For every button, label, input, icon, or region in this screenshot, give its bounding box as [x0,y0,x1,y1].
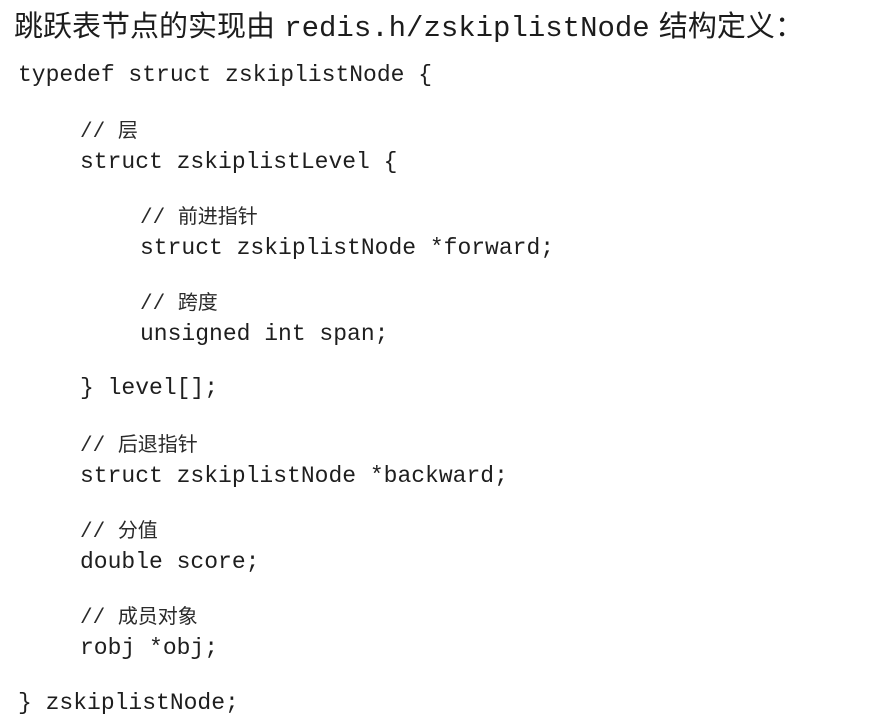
heading-code-reference: redis.h/zskiplistNode [284,12,650,45]
comment-text: 分值 [117,518,158,542]
code-line-span: unsigned int span; [140,321,389,347]
code-line-score: double score; [80,549,260,575]
code-line-typedef: typedef struct zskiplistNode { [18,62,433,88]
comment-text: 成员对象 [117,604,198,628]
code-line-struct-level: struct zskiplistLevel { [80,149,398,175]
code-line-level-array: } level[]; [80,375,219,401]
section-heading: 跳跃表节点的实现由 redis.h/zskiplistNode 结构定义： [14,6,804,49]
comment-text: 后退指针 [117,432,198,456]
comment-slashes: // [140,207,178,230]
code-line-backward: struct zskiplistNode *backward; [80,463,508,489]
comment-slashes: // [140,293,178,316]
comment-level: // 层 [80,115,138,148]
comment-slashes: // [80,121,118,144]
comment-slashes: // [80,435,118,458]
comment-obj: // 成员对象 [80,601,198,634]
comment-forward: // 前进指针 [140,201,258,234]
comment-slashes: // [80,521,118,544]
code-line-obj: robj *obj; [80,635,219,661]
heading-prefix: 跳跃表节点的实现由 [14,9,285,43]
comment-span: // 跨度 [140,287,218,320]
comment-text: 跨度 [177,290,218,314]
comment-score: // 分值 [80,515,158,548]
code-line-close: } zskiplistNode; [18,690,239,716]
comment-backward: // 后退指针 [80,429,198,462]
comment-slashes: // [80,607,118,630]
code-line-forward: struct zskiplistNode *forward; [140,235,555,261]
heading-suffix: 结构定义： [649,9,804,43]
comment-text: 前进指针 [177,204,258,228]
comment-text: 层 [117,118,138,142]
